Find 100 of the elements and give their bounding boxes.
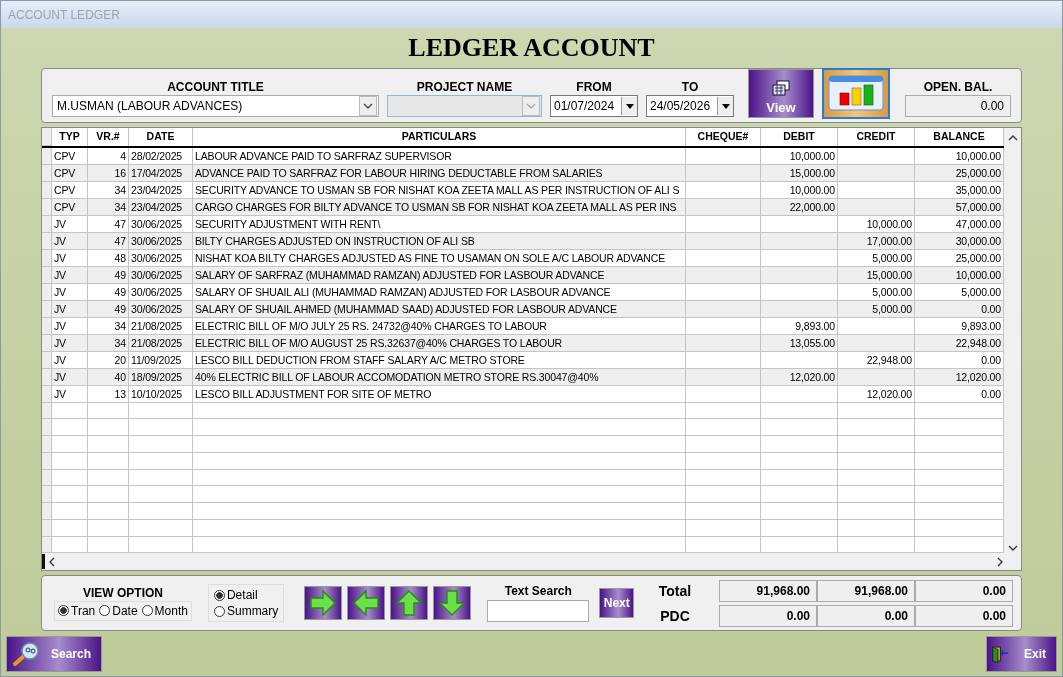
table-cell: 12,020.00 xyxy=(761,368,838,386)
radio-option[interactable]: Detail xyxy=(213,588,279,602)
column-header[interactable]: PARTICULARS xyxy=(193,128,686,146)
table-cell xyxy=(88,436,129,453)
page-heading: LEDGER ACCOUNT xyxy=(407,32,656,64)
table-cell: 30/06/2025 xyxy=(129,215,193,233)
next-arrow-button[interactable] xyxy=(304,586,343,620)
bar-chart-icon xyxy=(828,75,884,111)
date-picker[interactable]: 01/07/2024 xyxy=(550,95,638,117)
table-cell: JV xyxy=(52,232,88,250)
column-header[interactable]: CREDIT xyxy=(838,128,915,146)
table-cell: 5,000.00 xyxy=(838,283,915,301)
table-cell: LABOUR ADVANCE PAID TO SARFRAZ SUPERVISOR xyxy=(193,147,686,165)
table-cell: 10,000.00 xyxy=(761,147,838,165)
exit-button[interactable]: Exit xyxy=(986,635,1057,672)
next-button[interactable]: Next xyxy=(599,588,635,618)
date-picker[interactable]: 24/05/2026 xyxy=(646,95,734,117)
table-cell: 10,000.00 xyxy=(761,181,838,199)
table-cell: SECURITY ADJUSTMENT WITH RENT\ xyxy=(193,215,686,233)
horizontal-scrollbar[interactable] xyxy=(42,553,1004,571)
table-cell: SALARY OF SARFRAZ (MUHAMMAD RAMZAN) ADJUSTED FOR LASBOUR ADVANCE xyxy=(193,266,686,284)
table-cell xyxy=(88,486,129,504)
arrow-icon xyxy=(351,589,382,617)
search-button[interactable]: Search xyxy=(6,635,103,672)
row-header[interactable] xyxy=(42,147,52,165)
table-cell xyxy=(52,419,88,437)
table-cell: LESCO BILL DEDUCTION FROM STAFF SALARY A/C METRO STORE xyxy=(193,351,686,369)
field-label: OPEN. BAL. xyxy=(923,80,993,94)
table-cell: JV xyxy=(52,385,88,403)
table-grid-icon xyxy=(772,79,790,96)
table-cell: 20 xyxy=(88,351,129,369)
radio-option[interactable]: Summary xyxy=(213,604,279,618)
table-cell xyxy=(129,452,193,470)
table-cell xyxy=(52,469,88,487)
table-cell: CARGO CHARGES FOR BILTY ADVANCE TO USMAN SB FOR NISHAT KOA ZEETA MALL AS PER INS xyxy=(193,198,686,216)
arrow-icon xyxy=(395,588,424,618)
caret-down-icon xyxy=(721,103,730,109)
table-cell: JV xyxy=(52,215,88,233)
radio-option[interactable]: Month xyxy=(141,603,188,618)
table-cell: JV xyxy=(52,283,88,301)
chevron-right-icon[interactable] xyxy=(996,556,1004,567)
table-cell: 23/04/2025 xyxy=(129,198,193,216)
table-cell: 30/06/2025 xyxy=(129,249,193,267)
table-cell: 16 xyxy=(88,164,129,182)
table-cell: 28/02/2025 xyxy=(129,147,193,165)
total-value: 0.00 xyxy=(915,579,1013,602)
table-cell xyxy=(129,419,193,437)
table-cell: SALARY OF SHUAIL ALI (MUHAMMAD RAMZAN) ADJUSTED FOR LASBOUR ADVANCE xyxy=(193,283,686,301)
opening-balance-field: 0.00 xyxy=(905,95,1011,117)
chevron-down-icon xyxy=(526,103,536,109)
chevron-left-icon[interactable] xyxy=(48,556,56,567)
table-cell: 34 xyxy=(88,334,129,352)
field-label: ACCOUNT TITLE xyxy=(167,80,264,94)
total-value: 91,968.00 xyxy=(817,579,915,602)
table-cell: 9,893.00 xyxy=(761,317,838,335)
table-cell xyxy=(88,503,129,520)
radio-option[interactable]: Tran xyxy=(58,603,96,618)
chevron-down-icon[interactable] xyxy=(1007,544,1018,552)
table-cell: 48 xyxy=(88,249,129,267)
table-cell xyxy=(129,486,193,504)
table-cell: 13,055.00 xyxy=(761,334,838,352)
table-cell: 34 xyxy=(88,198,129,216)
row-header xyxy=(42,128,52,146)
previous-arrow-button[interactable] xyxy=(347,586,386,620)
vertical-scrollbar[interactable] xyxy=(1004,128,1021,570)
table-cell: 34 xyxy=(88,317,129,335)
radio-option[interactable]: Date xyxy=(99,603,138,618)
total-value: 0.00 xyxy=(817,604,915,627)
table-cell xyxy=(52,402,88,420)
account-dropdown[interactable]: M.USMAN (LABOUR ADVANCES) xyxy=(52,95,379,117)
table-cell xyxy=(52,436,88,453)
chart-button[interactable] xyxy=(822,67,890,119)
column-header[interactable]: DATE xyxy=(129,128,193,146)
column-header[interactable]: VR.# xyxy=(88,128,129,146)
table-cell: 21/08/2025 xyxy=(129,334,193,352)
up-arrow-button[interactable] xyxy=(390,586,429,620)
table-cell: 21/08/2025 xyxy=(129,317,193,335)
table-cell: 22,948.00 xyxy=(838,351,915,369)
table-cell: JV xyxy=(52,249,88,267)
table-cell: 23/04/2025 xyxy=(129,181,193,199)
column-header[interactable]: TYP xyxy=(52,128,88,146)
table-cell: 4 xyxy=(88,147,129,165)
table-cell: ADVANCE PAID TO SARFRAZ FOR LABOUR HIRING DEDUCTABLE FROM SALARIES xyxy=(193,164,686,182)
total-value: 0.00 xyxy=(719,604,817,627)
field-label: TO xyxy=(681,80,699,94)
table-cell xyxy=(129,519,193,537)
field-label: Text Search xyxy=(504,584,572,598)
view-button[interactable]: View xyxy=(748,68,814,118)
table-cell xyxy=(88,419,129,437)
column-header[interactable]: CHEQUE# xyxy=(686,128,761,146)
table-cell: NISHAT KOA BILTY CHARGES ADJUSTED AS FINE TO USAMAN ON SOLE A/C LABOUR ADVANCE xyxy=(193,249,686,267)
down-arrow-button[interactable] xyxy=(433,586,472,620)
column-header[interactable]: DEBIT xyxy=(761,128,838,146)
table-cell: 49 xyxy=(88,300,129,318)
table-cell: 10,000.00 xyxy=(838,215,915,233)
text-search-field[interactable] xyxy=(487,600,590,622)
chevron-up-icon[interactable] xyxy=(1007,134,1018,142)
field-label: PROJECT NAME xyxy=(416,80,513,94)
table-cell xyxy=(129,402,193,420)
table-cell: CPV xyxy=(52,147,88,165)
